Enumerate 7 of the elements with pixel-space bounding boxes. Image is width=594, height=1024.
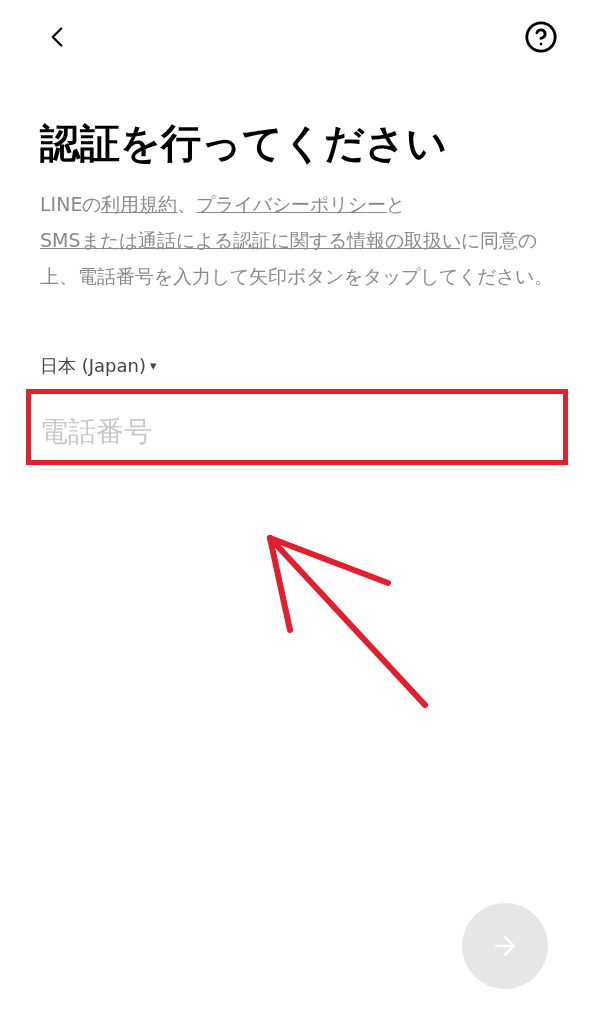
country-selector[interactable]: 日本 (Japan) ▾ [40,352,157,379]
terms-link[interactable]: SMSまたは通話による認証に関する情報の取扱い [40,229,461,251]
terms-link[interactable]: 利用規約 [101,193,178,215]
terms-link[interactable]: プライバシーポリシー [196,193,387,215]
consent-text: LINEの利用規約、プライバシーポリシー と SMSまたは通話による認証に関する情報の取扱いに同意の上、電話番号を入力して矢印ボタンをタップしてください。 [39,192,554,289]
help-icon[interactable] [524,20,558,54]
page-title: 認証を行ってください [38,119,448,168]
